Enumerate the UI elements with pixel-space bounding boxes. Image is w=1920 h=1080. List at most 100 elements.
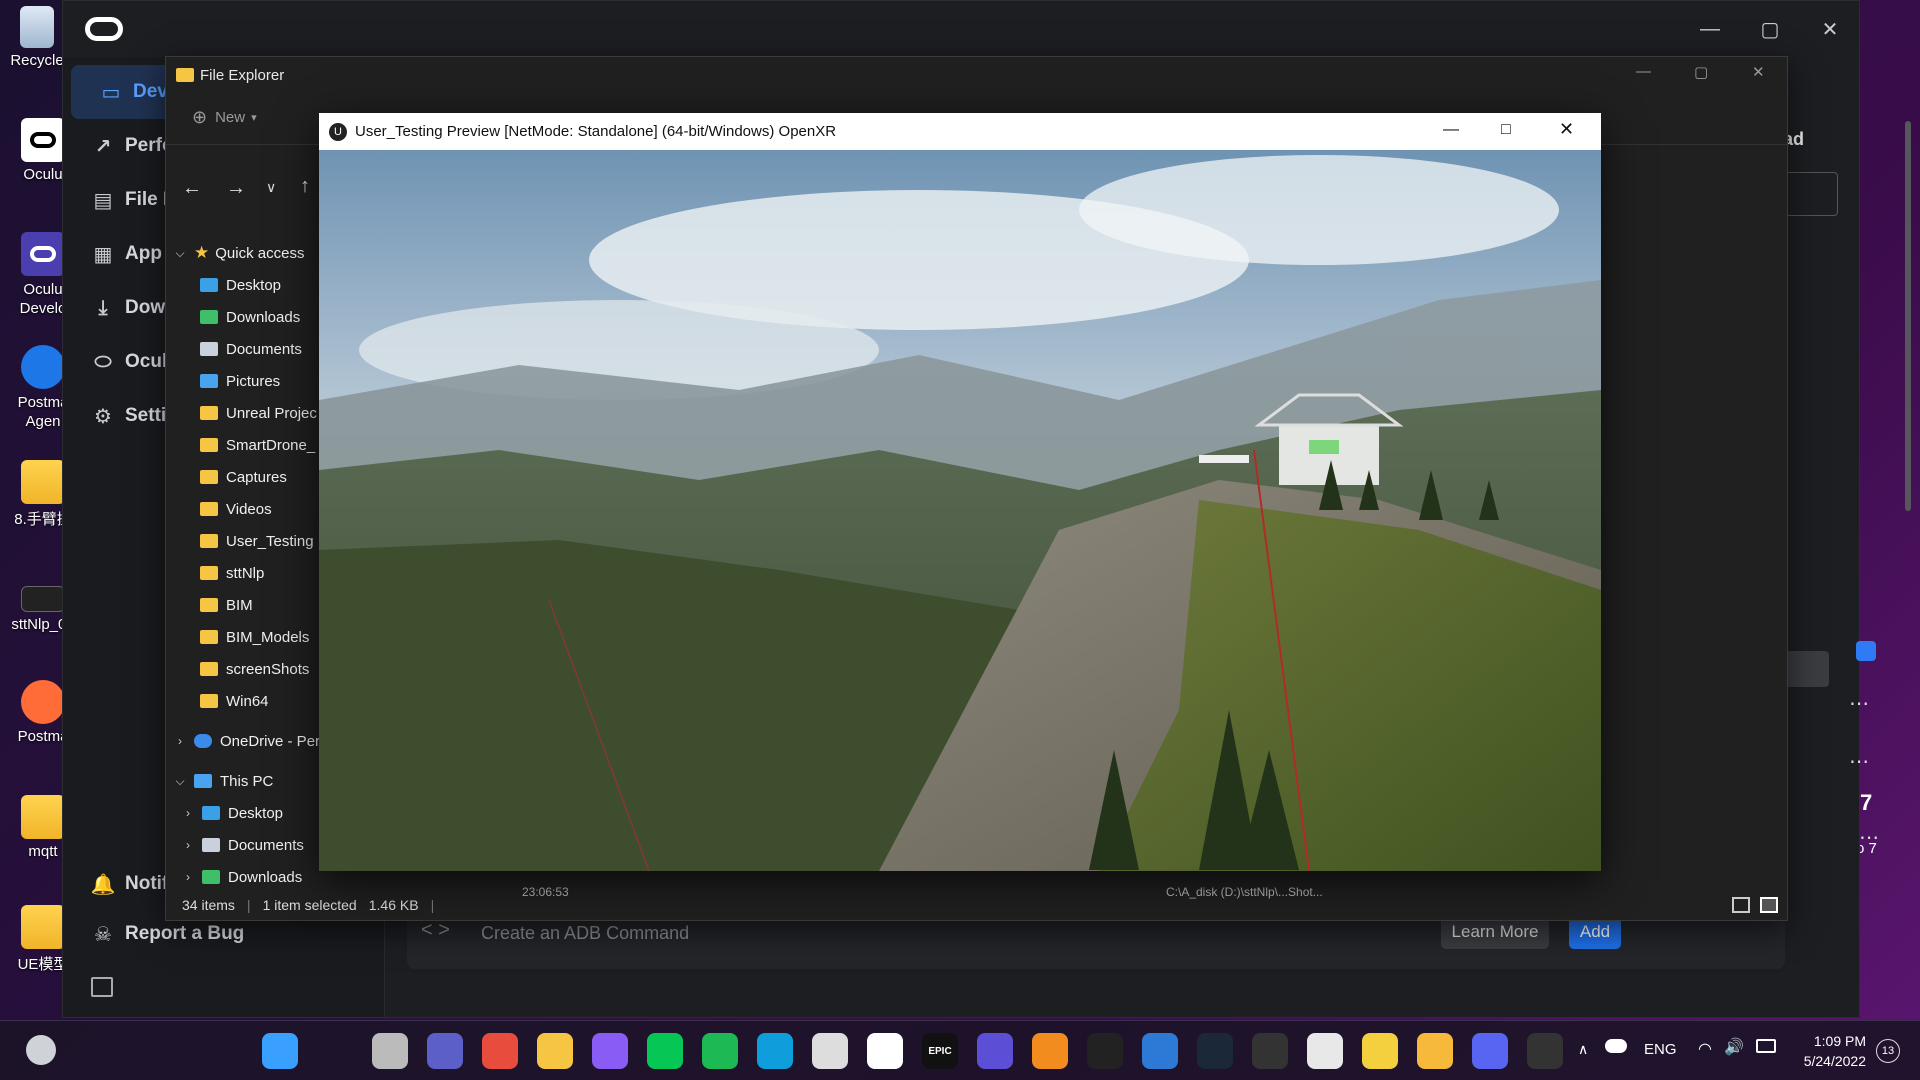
- minimize-icon[interactable]: —: [1687, 11, 1733, 47]
- nav-item[interactable]: Downloads: [172, 301, 322, 333]
- dice-icon[interactable]: [1307, 1033, 1343, 1069]
- unreal-icon[interactable]: [1527, 1033, 1563, 1069]
- nav-item[interactable]: › Downloads: [172, 861, 322, 887]
- nav-item[interactable]: Pictures: [172, 365, 322, 397]
- file-manager-icon: ▤: [93, 189, 113, 212]
- unreal-titlebar: U User_Testing Preview [NetMode: Standal…: [319, 113, 1601, 150]
- nav-item[interactable]: Win64: [172, 685, 322, 717]
- collapse-sidebar-icon[interactable]: [91, 977, 113, 997]
- chevron-right-icon: ›: [186, 838, 190, 852]
- minimize-icon[interactable]: —: [1443, 121, 1459, 139]
- notification-count: 13: [1881, 1045, 1895, 1057]
- close-icon[interactable]: ✕: [1752, 63, 1765, 81]
- adb-command-input[interactable]: Create an ADB Command: [481, 923, 689, 944]
- oculus-icon[interactable]: [867, 1033, 903, 1069]
- game-viewport[interactable]: [319, 150, 1601, 871]
- spotify-icon[interactable]: [702, 1033, 738, 1069]
- nav-item[interactable]: Documents: [172, 333, 322, 365]
- onedrive-cloud-icon[interactable]: [1605, 1039, 1627, 1053]
- forward-icon[interactable]: →: [226, 177, 246, 200]
- close-icon[interactable]: ✕: [1807, 11, 1853, 47]
- clock[interactable]: 1:09 PM 5/24/2022: [1796, 1031, 1866, 1071]
- quick-access-item[interactable]: ⌵ ★ Quick access: [172, 237, 322, 269]
- github-icon[interactable]: [1252, 1033, 1288, 1069]
- back-icon[interactable]: ←: [182, 177, 202, 200]
- explorer-folder-icon[interactable]: [1417, 1033, 1453, 1069]
- epic-games-icon[interactable]: EPIC: [922, 1033, 958, 1069]
- nav-item[interactable]: Captures: [172, 461, 322, 493]
- language-indicator[interactable]: ENG: [1644, 1041, 1677, 1058]
- battery-icon[interactable]: [1756, 1039, 1776, 1053]
- sublime-icon[interactable]: [1032, 1033, 1068, 1069]
- nav-item-label: Win64: [226, 692, 269, 710]
- oculus-app-image: [21, 118, 65, 162]
- close-icon[interactable]: ✕: [1559, 119, 1574, 140]
- bell-icon: 🔔: [90, 873, 116, 896]
- inkscape-icon[interactable]: [812, 1033, 848, 1069]
- teams-chat-icon[interactable]: [427, 1033, 463, 1069]
- nav-item[interactable]: › Documents: [172, 829, 322, 861]
- navigation-pane: ⌵ ★ Quick access Desktop Downloads Documen…: [172, 237, 322, 887]
- nav-item[interactable]: BIM_Models: [172, 621, 322, 653]
- nav-item-label: BIM: [226, 596, 253, 614]
- nav-item[interactable]: Desktop: [172, 269, 322, 301]
- edge-icon[interactable]: [757, 1033, 793, 1069]
- show-hidden-icons-icon[interactable]: ∧: [1578, 1041, 1588, 1058]
- more-options-icon[interactable]: ⋯: [1859, 825, 1879, 850]
- start-icon[interactable]: [262, 1033, 298, 1069]
- nav-item[interactable]: › Desktop: [172, 797, 322, 829]
- maximize-icon[interactable]: □: [1501, 121, 1511, 139]
- this-pc-item[interactable]: ⌵ This PC: [172, 765, 322, 797]
- nav-item[interactable]: SmartDrone_: [172, 429, 322, 461]
- bug-icon: ☠: [94, 923, 112, 946]
- chrome-icon[interactable]: [482, 1033, 518, 1069]
- discord-icon[interactable]: [1472, 1033, 1508, 1069]
- volume-icon[interactable]: 🔊: [1724, 1037, 1744, 1057]
- file-row-time: 23:06:53: [522, 885, 569, 899]
- details-view-icon[interactable]: [1732, 897, 1750, 913]
- new-button[interactable]: ⊕ New ▾: [192, 107, 257, 128]
- notepad-icon[interactable]: [1362, 1033, 1398, 1069]
- adb-command-placeholder: Create an ADB Command: [481, 923, 690, 943]
- line-icon[interactable]: [647, 1033, 683, 1069]
- chevron-down-icon: ▾: [251, 112, 257, 124]
- status-divider: |: [430, 897, 435, 913]
- scrollbar-thumb[interactable]: [1905, 121, 1911, 511]
- nav-item[interactable]: sttNlp: [172, 557, 322, 589]
- task-view-icon[interactable]: [372, 1033, 408, 1069]
- messenger-icon[interactable]: [592, 1033, 628, 1069]
- folder-icon: [200, 534, 218, 548]
- computer-icon: [194, 774, 212, 788]
- nav-item[interactable]: screenShots: [172, 653, 322, 685]
- code-icon: < >: [421, 919, 450, 941]
- tiles-view-icon[interactable]: [1760, 897, 1778, 913]
- nav-item[interactable]: Videos: [172, 493, 322, 525]
- nav-item[interactable]: Unreal Projec: [172, 397, 322, 429]
- this-pc-list: › Desktop › Documents › Downloads: [172, 797, 322, 887]
- folder-icon: [200, 566, 218, 580]
- maximize-icon[interactable]: ▢: [1747, 11, 1793, 47]
- more-options-icon[interactable]: ⋯: [1849, 691, 1869, 716]
- notification-badge[interactable]: 13: [1876, 1039, 1900, 1063]
- recent-locations-chevron-icon[interactable]: ∨: [266, 179, 276, 196]
- terminal-icon[interactable]: [1087, 1033, 1123, 1069]
- this-pc-label: This PC: [220, 772, 274, 790]
- onedrive-item[interactable]: › OneDrive - Pers: [172, 725, 322, 757]
- vscode-icon[interactable]: [1142, 1033, 1178, 1069]
- toggle-checkbox[interactable]: [1856, 641, 1876, 661]
- file-explorer-icon[interactable]: [537, 1033, 573, 1069]
- nav-item[interactable]: BIM: [172, 589, 322, 621]
- nav-item[interactable]: User_Testing: [172, 525, 322, 557]
- oculus-dev-hub-icon[interactable]: [977, 1033, 1013, 1069]
- minimize-icon[interactable]: —: [1636, 63, 1651, 80]
- steam-icon[interactable]: [1197, 1033, 1233, 1069]
- folder-icon: [176, 68, 194, 82]
- up-icon[interactable]: ↑: [300, 175, 310, 198]
- weather-icon[interactable]: [26, 1035, 56, 1065]
- folder-image: [21, 905, 65, 949]
- wifi-icon[interactable]: ◠: [1698, 1039, 1712, 1059]
- maximize-icon[interactable]: ▢: [1694, 63, 1708, 81]
- more-options-icon[interactable]: ⋯: [1849, 749, 1869, 774]
- postman-agent-image: [21, 345, 65, 389]
- search-icon[interactable]: [317, 1033, 353, 1069]
